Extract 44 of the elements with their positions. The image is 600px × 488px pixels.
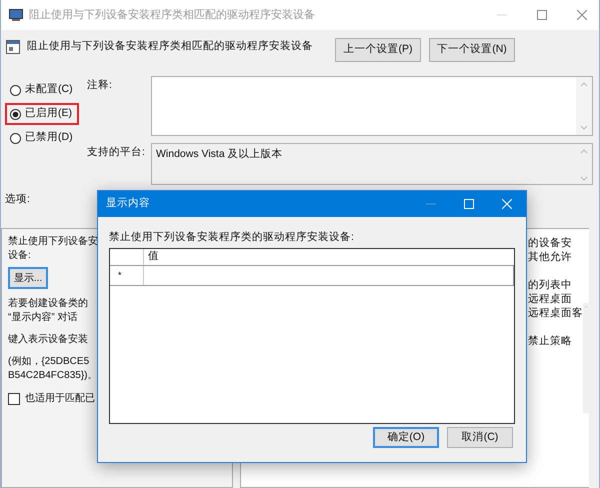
radio-option[interactable]: 未配置(C) <box>5 79 79 101</box>
nav-button[interactable]: 下一个设置(N) <box>429 38 515 62</box>
help-text: 的设备安 <box>528 236 572 250</box>
dialog-title: 显示内容 <box>106 196 150 212</box>
option-text: 若要创建设备类的 <box>8 297 88 311</box>
checkbox-label: 也适用于匹配已 <box>25 392 95 406</box>
option-text: B54C2B4FC835})。 <box>8 369 98 383</box>
radio-icon <box>10 132 21 144</box>
nav-button[interactable]: 上一个设置(P) <box>335 38 421 62</box>
checkbox[interactable] <box>8 392 20 404</box>
row-marker: * <box>118 268 122 282</box>
option-text: “显示内容” 对话 <box>8 311 78 325</box>
policy-icon <box>6 40 20 54</box>
radio-label: 已启用(E) <box>25 106 72 122</box>
option-text: 键入表示设备安装 <box>8 333 88 347</box>
close-icon[interactable] <box>577 10 587 20</box>
option-text: 设备: <box>8 249 31 263</box>
radio-icon <box>10 108 21 120</box>
radio-label: 已禁用(D) <box>25 130 73 146</box>
window-title: 阻止使用与下列设备安装程序类相匹配的驱动程序安装设备 <box>29 8 315 23</box>
radio-option[interactable]: 已禁用(D) <box>5 127 79 149</box>
dialog-button[interactable]: 确定(O) <box>373 427 439 448</box>
dialog-button[interactable]: 取消(C) <box>447 427 513 448</box>
maximize-icon[interactable] <box>537 10 547 20</box>
show-button[interactable]: 显示... <box>8 267 48 289</box>
radio-option[interactable]: 已启用(E) <box>5 103 79 125</box>
radio-icon <box>10 84 21 96</box>
comment-field[interactable] <box>151 76 593 136</box>
option-text: 禁止使用下列设备安 <box>8 235 98 249</box>
dialog-prompt: 禁止使用下列设备安装程序类的驱动程序安装设备: <box>109 230 355 245</box>
help-text: 的列表中 <box>528 278 572 292</box>
platform-value: Windows Vista 及以上版本 <box>155 147 284 162</box>
option-text: (例如，{25DBCE5 <box>8 355 90 369</box>
window-icon <box>9 9 23 21</box>
platform-label: 支持的平台: <box>87 145 146 160</box>
help-text: 远程桌面 <box>528 292 572 306</box>
help-text: 远程桌面客 <box>528 306 583 320</box>
comment-label: 注释: <box>87 78 113 93</box>
column-header: 值 <box>147 249 159 264</box>
policy-title: 阻止使用与下列设备安装程序类相匹配的驱动程序安装设备 <box>27 39 314 54</box>
radio-label: 未配置(C) <box>25 82 73 98</box>
options-label: 选项: <box>5 193 30 205</box>
help-text: 禁止策略 <box>528 334 572 348</box>
help-text: 其他允许 <box>528 250 572 264</box>
